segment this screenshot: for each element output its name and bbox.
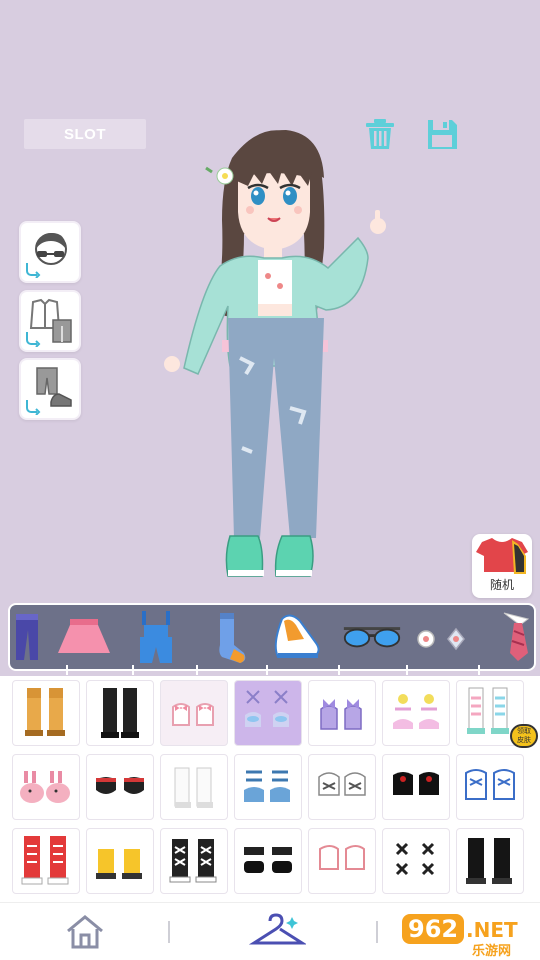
shoe-item[interactable] (382, 680, 450, 746)
shoe-item[interactable] (456, 828, 524, 894)
category-tie[interactable] (486, 609, 540, 665)
glasses-icon (343, 627, 401, 648)
shoe-item-selected[interactable] (234, 680, 302, 746)
watermark-suffix: .NET (466, 918, 518, 942)
character-avatar[interactable] (150, 118, 390, 588)
shoe-item[interactable] (86, 828, 154, 894)
shoe-item[interactable] (234, 754, 302, 820)
pants-shoes-button[interactable] (19, 358, 81, 420)
shoe-item[interactable] (160, 754, 228, 820)
category-shoes[interactable] (268, 609, 328, 665)
item-grid (0, 676, 540, 902)
watermark-number: 962 (408, 915, 459, 943)
shoe-item[interactable] (12, 828, 80, 894)
watermark-sub: 乐游网 (472, 944, 512, 959)
outfit-button[interactable] (19, 290, 81, 352)
shoe-item[interactable] (308, 754, 376, 820)
face-accessory-button[interactable] (19, 221, 81, 283)
earrings-icon (417, 627, 465, 651)
shoe-item[interactable] (12, 680, 80, 746)
swap-icon (26, 263, 41, 278)
slot-button[interactable]: SLOT (24, 119, 146, 149)
shoe-item[interactable] (308, 680, 376, 746)
tshirt-icon (476, 538, 528, 574)
shoe-item[interactable] (382, 754, 450, 820)
socks-icon (219, 613, 246, 663)
skirt-icon (58, 619, 110, 653)
category-earrings[interactable] (410, 609, 470, 665)
category-glasses[interactable] (342, 609, 402, 665)
category-skirt[interactable] (54, 609, 114, 665)
overalls-icon (140, 611, 172, 663)
home-icon[interactable] (64, 913, 106, 951)
shoe-item[interactable] (160, 828, 228, 894)
shoe-item[interactable] (382, 828, 450, 894)
tie-icon (503, 612, 530, 661)
collect-skin-badge[interactable]: 领取 皮肤 (510, 724, 538, 748)
random-outfit-button[interactable]: 随机 (472, 534, 532, 598)
shoes-icon (274, 614, 320, 658)
wardrobe-hanger-icon[interactable] (246, 911, 306, 953)
random-label: 随机 (489, 578, 514, 592)
category-bar (8, 603, 536, 675)
shoe-item[interactable] (308, 828, 376, 894)
shoe-item[interactable] (160, 680, 228, 746)
shoe-item[interactable] (86, 680, 154, 746)
shoe-item[interactable] (86, 754, 154, 820)
pants-icon (16, 614, 38, 660)
shoe-item[interactable] (234, 828, 302, 894)
save-icon[interactable] (424, 116, 460, 152)
category-socks[interactable] (200, 609, 260, 665)
category-pants[interactable] (2, 609, 62, 665)
site-watermark: 962 .NET 乐游网 (400, 912, 538, 959)
swap-icon (26, 332, 41, 347)
shoe-item[interactable] (12, 754, 80, 820)
category-overalls[interactable] (126, 609, 186, 665)
shoe-item[interactable] (456, 754, 524, 820)
swap-icon (26, 400, 41, 415)
